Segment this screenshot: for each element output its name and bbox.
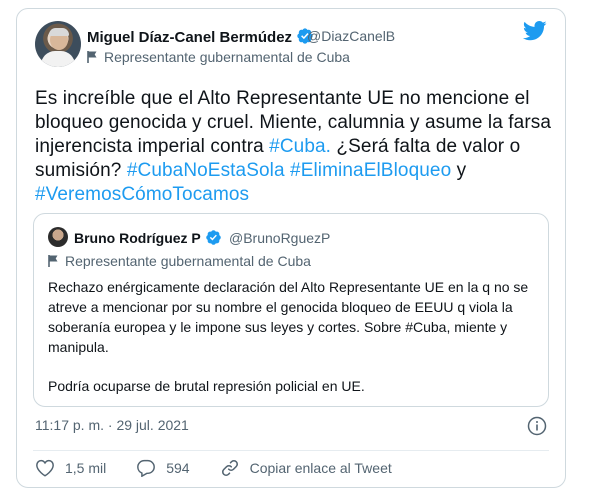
- copy-link-label: Copiar enlace al Tweet: [249, 460, 392, 476]
- author-avatar[interactable]: [35, 21, 81, 67]
- hashtag-cubanoestasola-link[interactable]: #CubaNoEstaSola: [127, 160, 285, 181]
- tweet-text: Es increíble que el Alto Representante U…: [35, 87, 555, 207]
- quoted-author-name[interactable]: Bruno Rodríguez P: [74, 230, 201, 246]
- info-icon[interactable]: [527, 416, 547, 441]
- quoted-text-paragraph-1: Rechazo enérgicamente declaración del Al…: [48, 279, 529, 355]
- quoted-tweet-text: Rechazo enérgicamente declaración del Al…: [48, 277, 538, 396]
- quoted-author-name-row[interactable]: Bruno Rodríguez P: [74, 229, 222, 249]
- like-button[interactable]: 1,5 mil: [35, 459, 106, 477]
- quoted-author-handle[interactable]: @BrunoRguezP: [229, 230, 330, 246]
- hashtag-cuba-link[interactable]: #Cuba.: [269, 136, 331, 157]
- reply-icon: [137, 459, 156, 477]
- quoted-label-text: Representante gubernamental de Cuba: [65, 253, 311, 269]
- reply-count: 594: [166, 460, 190, 476]
- tweet-timestamp-link[interactable]: 11:17 p. m. · 29 jul. 2021: [35, 417, 189, 433]
- like-count: 1,5 mil: [65, 460, 107, 476]
- author-label-text: Representante gubernamental de Cuba: [104, 49, 350, 65]
- quoted-tweet[interactable]: Bruno Rodríguez P @BrunoRguezP Represent…: [33, 213, 549, 407]
- divider: [33, 450, 549, 451]
- verified-badge-icon: [205, 229, 222, 249]
- tweet-actions: 1,5 mil 594 Copiar enlace al Tweet: [35, 458, 392, 478]
- flag-icon: [87, 50, 99, 67]
- reply-button[interactable]: 594: [136, 459, 190, 477]
- author-name-row[interactable]: Miguel Díaz-Canel Bermúdez: [87, 27, 314, 49]
- author-government-label: Representante gubernamental de Cuba: [87, 49, 350, 67]
- quoted-author-avatar[interactable]: [48, 227, 68, 247]
- embedded-tweet-card[interactable]: Miguel Díaz-Canel Bermúdez @DiazCanelB R…: [16, 8, 566, 488]
- copy-link-button[interactable]: Copiar enlace al Tweet: [220, 458, 392, 478]
- heart-icon: [36, 459, 54, 477]
- twitter-bird-icon[interactable]: [522, 21, 547, 46]
- link-icon: [221, 460, 238, 476]
- author-handle[interactable]: @DiazCanelB: [307, 28, 395, 44]
- author-name[interactable]: Miguel Díaz-Canel Bermúdez: [87, 29, 292, 46]
- quoted-text-paragraph-2: Podría ocuparse de brutal represión poli…: [48, 378, 365, 394]
- quoted-government-label: Representante gubernamental de Cuba: [48, 253, 311, 271]
- flag-icon: [48, 254, 60, 271]
- hashtag-eliminaelbloqueo-link[interactable]: #EliminaElBloqueo: [290, 160, 451, 181]
- tweet-text-part-3: y: [451, 160, 467, 181]
- hashtag-veremoscomotocamos-link[interactable]: #VeremosCómoTocamos: [35, 184, 249, 205]
